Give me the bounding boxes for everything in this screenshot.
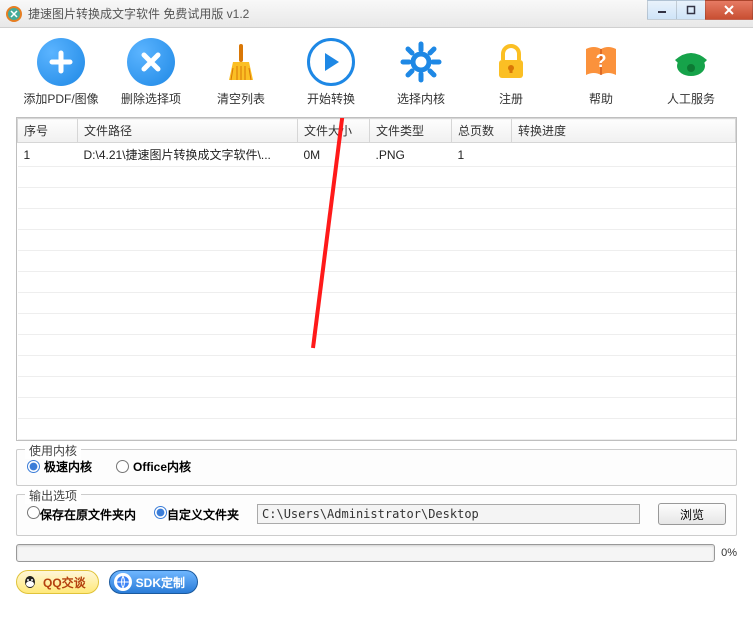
qq-chat-button[interactable]: QQ交谈 <box>16 570 99 594</box>
file-table[interactable]: 序号 文件路径 文件大小 文件类型 总页数 转换进度 1 D:\4.21\捷速图… <box>16 117 737 441</box>
kernel-fast-radio[interactable]: 极速内核 <box>27 458 92 475</box>
maximize-button[interactable] <box>676 0 706 20</box>
sdk-custom-button[interactable]: SDK定制 <box>109 570 198 594</box>
toolbar-label: 开始转换 <box>307 90 355 107</box>
custom-folder-radio[interactable]: 自定义文件夹 <box>154 506 239 523</box>
progress-bar <box>16 544 715 562</box>
toolbar-label: 清空列表 <box>217 90 265 107</box>
register-button[interactable]: 注册 <box>466 38 556 107</box>
titlebar: 捷速图片转换成文字软件 免费试用版 v1.2 <box>0 0 753 28</box>
gear-icon <box>399 40 443 84</box>
cell-path: D:\4.21\捷速图片转换成文字软件\... <box>78 143 298 167</box>
section-title: 使用内核 <box>25 442 81 459</box>
toolbar: 添加PDF/图像 删除选择项 清空列表 开始转换 选择内核 注册 ? 帮助 人工… <box>0 28 753 113</box>
broom-icon <box>219 40 263 84</box>
toolbar-label: 人工服务 <box>667 90 715 107</box>
cell-type: .PNG <box>370 143 452 167</box>
svg-text:?: ? <box>596 51 607 71</box>
minimize-button[interactable] <box>647 0 677 20</box>
col-size: 文件大小 <box>298 119 370 143</box>
save-original-radio[interactable]: 保存在原文件夹内 <box>27 506 136 523</box>
col-type: 文件类型 <box>370 119 452 143</box>
play-icon <box>320 51 342 73</box>
app-icon <box>6 6 22 22</box>
x-icon <box>139 50 163 74</box>
add-pdf-image-button[interactable]: 添加PDF/图像 <box>16 38 106 107</box>
browse-button[interactable]: 浏览 <box>658 503 726 525</box>
clear-list-button[interactable]: 清空列表 <box>196 38 286 107</box>
col-progress: 转换进度 <box>512 119 736 143</box>
globe-icon <box>114 573 132 591</box>
phone-icon <box>669 40 713 84</box>
select-kernel-button[interactable]: 选择内核 <box>376 38 466 107</box>
kernel-office-radio[interactable]: Office内核 <box>116 458 191 475</box>
output-section: 输出选项 保存在原文件夹内 自定义文件夹 浏览 <box>16 494 737 536</box>
col-seq: 序号 <box>18 119 78 143</box>
toolbar-label: 注册 <box>499 90 523 107</box>
window-title: 捷速图片转换成文字软件 免费试用版 v1.2 <box>28 5 249 22</box>
window-controls <box>648 0 753 22</box>
delete-selection-button[interactable]: 删除选择项 <box>106 38 196 107</box>
lock-icon <box>491 42 531 82</box>
toolbar-label: 删除选择项 <box>121 90 181 107</box>
plus-icon <box>48 49 74 75</box>
help-book-icon: ? <box>580 41 622 83</box>
kernel-section: 使用内核 极速内核 Office内核 <box>16 449 737 486</box>
output-path-input[interactable] <box>257 504 640 524</box>
toolbar-label: 添加PDF/图像 <box>23 90 98 107</box>
toolbar-label: 帮助 <box>589 90 613 107</box>
table-header-row: 序号 文件路径 文件大小 文件类型 总页数 转换进度 <box>18 119 736 143</box>
progress-row: 0% <box>16 544 737 562</box>
col-pages: 总页数 <box>452 119 512 143</box>
col-path: 文件路径 <box>78 119 298 143</box>
cell-seq: 1 <box>18 143 78 167</box>
bottom-buttons: QQ交谈 SDK定制 <box>0 562 753 602</box>
toolbar-label: 选择内核 <box>397 90 445 107</box>
cell-pages: 1 <box>452 143 512 167</box>
support-button[interactable]: 人工服务 <box>646 38 736 107</box>
cell-progress <box>512 143 736 167</box>
help-button[interactable]: ? 帮助 <box>556 38 646 107</box>
progress-percent: 0% <box>721 547 737 559</box>
table-row[interactable]: 1 D:\4.21\捷速图片转换成文字软件\... 0M .PNG 1 <box>18 143 736 167</box>
section-title: 输出选项 <box>25 487 81 504</box>
qq-icon <box>21 573 39 591</box>
close-button[interactable] <box>705 0 753 20</box>
start-convert-button[interactable]: 开始转换 <box>286 38 376 107</box>
cell-size: 0M <box>298 143 370 167</box>
